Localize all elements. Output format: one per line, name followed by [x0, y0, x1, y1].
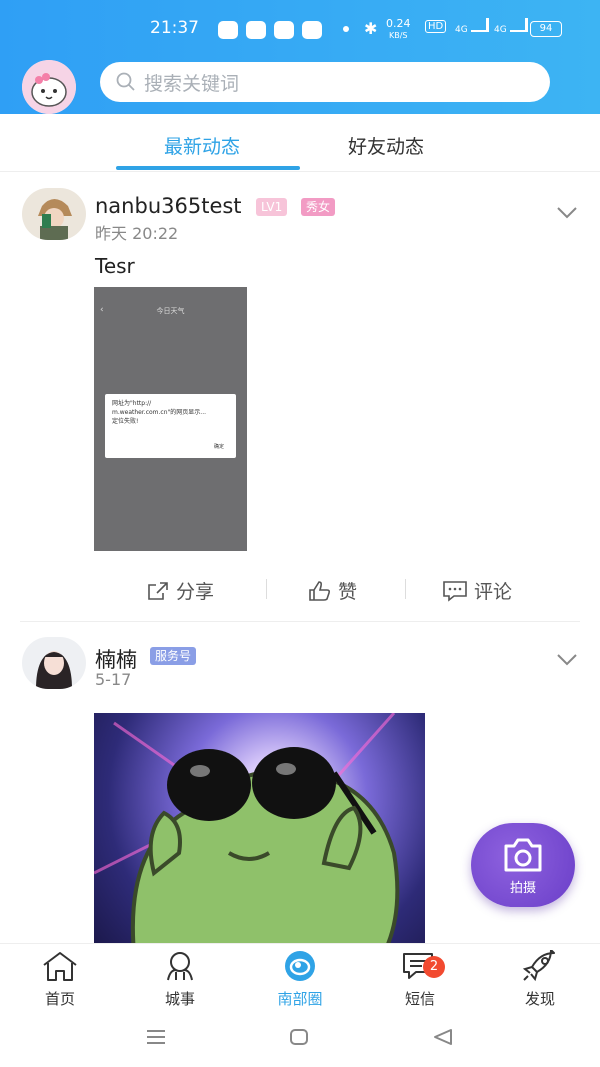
rocket-icon — [522, 949, 555, 982]
nav-discover[interactable]: 发现 — [500, 949, 580, 1009]
nav-messages-label: 短信 — [404, 990, 435, 1008]
image-status-bar — [94, 291, 247, 299]
nav-city[interactable]: 城事 — [140, 950, 220, 1009]
nav-messages[interactable]: 2 短信 — [380, 950, 460, 1009]
post-time: 昨天 20:22 — [95, 224, 179, 243]
comment-label: 评论 — [474, 581, 513, 603]
post-time: 5-17 — [95, 670, 132, 689]
action-divider — [266, 579, 267, 599]
post-actions: 分享 赞 评论 — [0, 571, 600, 611]
search-icon — [116, 72, 135, 91]
service-badge: 服务号 — [150, 647, 197, 665]
user-avatar[interactable] — [22, 60, 76, 114]
chat-app-icon — [218, 21, 238, 39]
signal-icon-2: 4G — [494, 18, 528, 35]
net-speed-value: 0.24 — [386, 17, 411, 30]
nav-home-label: 首页 — [44, 990, 75, 1008]
search-placeholder: 搜索关键词 — [144, 72, 240, 95]
dialog-line1: 网址为"http:// — [112, 400, 152, 407]
app-header: 21:37 ✱ 0.24 KB/S HD 4G 4G 94 搜索关键词 — [0, 0, 600, 114]
city-icon — [167, 952, 193, 981]
post-text: Tesr — [95, 254, 135, 278]
dialog-button: 确定 — [213, 444, 224, 450]
battery-icon: 94 — [530, 21, 562, 37]
feed-post: nanbu365test LV1 秀女 昨天 20:22 Tesr ‹ 今日天气… — [0, 172, 600, 622]
post-image[interactable]: ‹ 今日天气 网址为"http:// m.weather.com.cn"的网页显… — [94, 287, 247, 551]
notification-icons — [218, 21, 322, 39]
tab-latest[interactable]: 最新动态 — [164, 132, 240, 159]
active-tab-indicator — [116, 166, 300, 170]
share-button[interactable]: 分享 — [146, 577, 214, 604]
comment-button[interactable]: 评论 — [442, 577, 512, 604]
image-dialog: 网址为"http:// m.weather.com.cn"的网页显示... 定位… — [105, 394, 236, 458]
camera-app-icon — [274, 21, 294, 39]
net-speed: 0.24 KB/S — [386, 18, 411, 41]
signal-icon-1: 4G — [455, 18, 489, 35]
post-image[interactable] — [94, 713, 425, 943]
level-badge: LV1 — [256, 198, 288, 216]
signal1-label: 4G — [455, 25, 468, 35]
action-divider — [405, 579, 406, 599]
thumbs-up-icon — [309, 580, 331, 601]
dot-icon — [343, 26, 349, 32]
capture-label: 拍摄 — [509, 881, 536, 896]
share-icon — [148, 581, 168, 600]
home-icon — [43, 952, 77, 981]
bluetooth-icon: ✱ — [364, 19, 378, 38]
video-app-icon — [302, 21, 322, 39]
back-icon[interactable] — [432, 1028, 454, 1046]
message-count-badge: 2 — [423, 956, 445, 978]
dialog-line3: 定位失败! — [112, 418, 139, 425]
post-author-name[interactable]: nanbu365test — [95, 194, 242, 218]
nav-circle[interactable]: 南部圈 — [260, 950, 340, 1009]
soul-app-icon — [246, 21, 266, 39]
like-label: 赞 — [338, 581, 358, 603]
circle-icon — [285, 951, 315, 981]
status-time: 21:37 — [150, 18, 199, 38]
camera-icon — [504, 838, 542, 872]
like-button[interactable]: 赞 — [308, 577, 357, 604]
nav-home[interactable]: 首页 — [20, 950, 100, 1009]
comment-icon — [443, 580, 467, 602]
image-title: 今日天气 — [156, 307, 185, 315]
nav-city-label: 城事 — [164, 990, 195, 1008]
menu-icon[interactable] — [145, 1028, 167, 1046]
post-author-avatar[interactable] — [22, 637, 86, 689]
capture-button[interactable]: 拍摄 — [471, 823, 575, 907]
post-author-avatar[interactable] — [22, 188, 86, 240]
chevron-down-icon[interactable] — [556, 206, 578, 220]
share-label: 分享 — [176, 581, 215, 603]
gender-badge: 秀女 — [301, 198, 336, 216]
chevron-down-icon[interactable] — [556, 653, 578, 667]
hd-icon: HD — [425, 20, 447, 33]
system-nav-bar — [0, 1013, 600, 1067]
feed-tabs: 最新动态 好友动态 — [0, 114, 600, 172]
home-square-icon[interactable] — [289, 1028, 309, 1046]
nav-circle-label: 南部圈 — [277, 990, 323, 1008]
search-bar[interactable]: 搜索关键词 — [100, 62, 550, 102]
dialog-line2: m.weather.com.cn"的网页显示... — [112, 409, 207, 416]
status-bar: 21:37 ✱ 0.24 KB/S HD 4G 4G 94 — [0, 18, 600, 44]
nav-discover-label: 发现 — [524, 990, 555, 1008]
bottom-nav: 首页 城事 南部圈 2 短信 发现 — [0, 943, 600, 1013]
tab-friends[interactable]: 好友动态 — [348, 132, 424, 159]
signal2-label: 4G — [494, 25, 507, 35]
net-speed-unit: KB/S — [388, 31, 408, 40]
